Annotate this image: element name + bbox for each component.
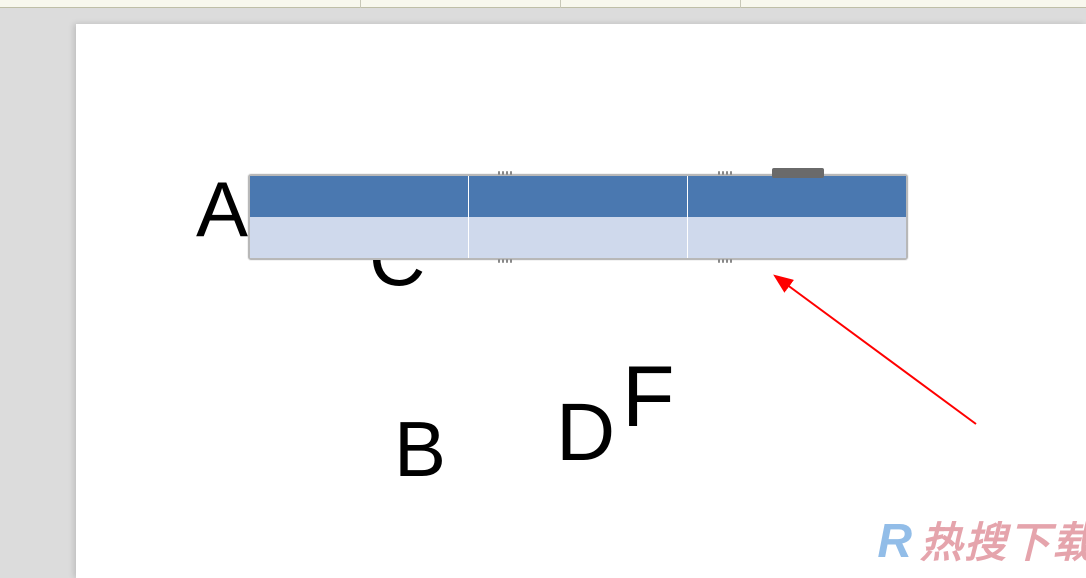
table-cell[interactable] (469, 217, 688, 258)
table-cell[interactable] (250, 176, 469, 217)
table-header-row[interactable] (250, 176, 906, 217)
resize-grip[interactable] (492, 258, 518, 264)
table-object[interactable] (248, 174, 908, 260)
watermark: R热搜下载 (877, 509, 1086, 570)
table-cell[interactable] (469, 176, 688, 217)
ribbon-divider (740, 0, 741, 8)
arrow-annotation-icon (766, 274, 996, 434)
resize-grip[interactable] (712, 170, 738, 176)
slide-canvas[interactable]: A C B D F R热搜下载 (76, 24, 1086, 578)
table-cell[interactable] (250, 217, 469, 258)
table-cell[interactable] (688, 176, 906, 217)
resize-grip[interactable] (712, 258, 738, 264)
text-box-f[interactable]: F (622, 348, 675, 447)
ribbon-strip (0, 0, 1086, 8)
watermark-prefix: R (877, 515, 914, 568)
text-box-d[interactable]: D (556, 386, 615, 480)
rotate-handle[interactable] (772, 168, 824, 178)
text-box-b[interactable]: B (394, 404, 446, 495)
resize-grip[interactable] (492, 170, 518, 176)
table-body-row[interactable] (250, 217, 906, 258)
text-box-a[interactable]: A (196, 164, 248, 255)
table-cell[interactable] (688, 217, 906, 258)
watermark-text: 热搜下载 (920, 519, 1086, 566)
ribbon-divider (360, 0, 361, 8)
ribbon-divider (560, 0, 561, 8)
